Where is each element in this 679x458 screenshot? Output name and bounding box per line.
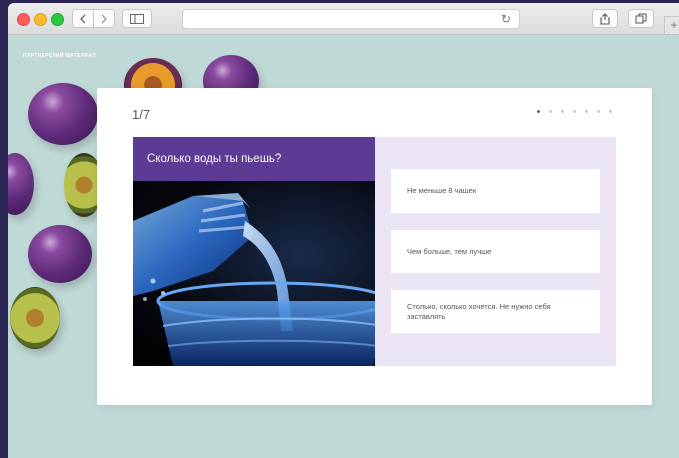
progress-dot bbox=[597, 110, 600, 113]
answers-panel: Не меньше 8 чашек Чем больше, тем лучше … bbox=[375, 137, 616, 366]
question-panel: Сколько воды ты пьешь? bbox=[133, 137, 375, 366]
progress-dot bbox=[561, 110, 564, 113]
sidebar-icon bbox=[130, 13, 144, 24]
question-title: Сколько воды ты пьешь? bbox=[133, 137, 375, 181]
answer-option[interactable]: Чем больше, тем лучше bbox=[391, 230, 600, 273]
quiz-progress-dots bbox=[537, 110, 612, 113]
share-button[interactable] bbox=[592, 9, 618, 28]
browser-toolbar: ↻ + bbox=[8, 3, 679, 35]
answer-option-label: Столько, сколько хочется. Не нужно себя … bbox=[407, 301, 551, 321]
progress-dot bbox=[537, 110, 540, 113]
answer-option[interactable]: Не меньше 8 чашек bbox=[391, 169, 600, 213]
sidebar-toggle-button[interactable] bbox=[122, 9, 152, 28]
address-bar[interactable]: ↻ bbox=[182, 9, 520, 29]
answer-option-label: Не меньше 8 чашек bbox=[407, 186, 477, 196]
progress-dot bbox=[585, 110, 588, 113]
plum-image bbox=[8, 153, 34, 215]
zoom-window-button[interactable] bbox=[51, 13, 64, 26]
browser-window: ↻ + ПАРТНЕРСКИЙ МАТЕРИАЛ 1/7 Сколько вод… bbox=[8, 3, 679, 458]
plum-image bbox=[28, 225, 92, 283]
plum-image bbox=[28, 83, 98, 145]
quiz-card: 1/7 Сколько воды ты пьешь? Не меньше 8 ч… bbox=[97, 88, 652, 405]
back-button[interactable] bbox=[72, 9, 94, 28]
minimize-window-button[interactable] bbox=[34, 13, 47, 26]
progress-dot bbox=[549, 110, 552, 113]
progress-dot bbox=[573, 110, 576, 113]
water-bottle-glass-illustration bbox=[133, 193, 375, 366]
progress-dot bbox=[609, 110, 612, 113]
close-window-button[interactable] bbox=[17, 13, 30, 26]
tabs-icon bbox=[635, 13, 647, 24]
plum-half-image bbox=[10, 287, 60, 349]
reload-icon[interactable]: ↻ bbox=[501, 12, 511, 26]
new-tab-button[interactable]: + bbox=[664, 16, 679, 34]
water-pouring-photo bbox=[133, 181, 375, 366]
chevron-right-icon bbox=[101, 14, 107, 23]
share-icon bbox=[600, 12, 610, 25]
partner-label: ПАРТНЕРСКИЙ МАТЕРИАЛ bbox=[23, 53, 96, 59]
quiz-progress-counter: 1/7 bbox=[132, 107, 151, 122]
forward-button[interactable] bbox=[93, 9, 115, 28]
answer-option[interactable]: Столько, сколько хочется. Не нужно себя … bbox=[391, 290, 600, 333]
chevron-left-icon bbox=[80, 14, 86, 23]
tab-overview-button[interactable] bbox=[628, 9, 654, 28]
answer-option-label: Чем больше, тем лучше bbox=[407, 246, 492, 256]
